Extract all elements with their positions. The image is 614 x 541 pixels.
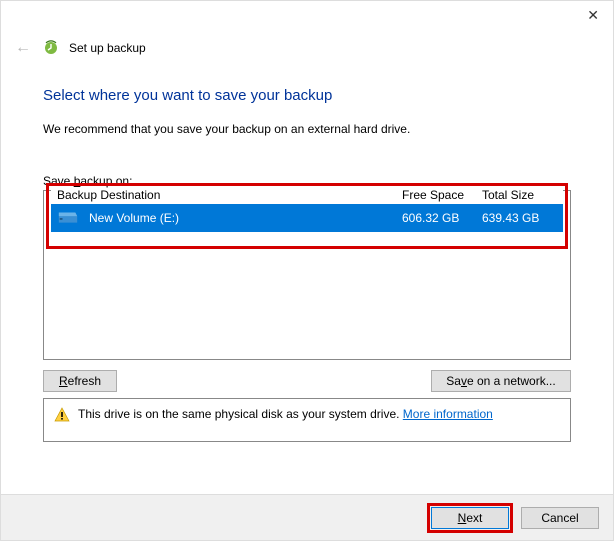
save-on-network-button[interactable]: Save on a network... bbox=[431, 370, 571, 392]
backup-wizard-icon bbox=[43, 40, 59, 56]
warning-box: This drive is on the same physical disk … bbox=[43, 398, 571, 442]
selection-highlight: Backup Destination Free Space Total Size… bbox=[46, 183, 568, 249]
page-heading: Select where you want to save your backu… bbox=[43, 87, 571, 104]
window-title: Set up backup bbox=[69, 41, 146, 55]
drive-total-size: 639.43 GB bbox=[482, 211, 557, 225]
drive-name: New Volume (E:) bbox=[89, 211, 402, 225]
back-arrow-icon[interactable]: ← bbox=[13, 37, 33, 59]
next-button-highlight: Next bbox=[427, 503, 513, 533]
recommendation-text: We recommend that you save your backup o… bbox=[43, 122, 571, 136]
warning-icon bbox=[54, 407, 70, 423]
table-header-row: Backup Destination Free Space Total Size bbox=[51, 188, 563, 204]
close-icon[interactable]: ✕ bbox=[587, 7, 599, 24]
warning-text: This drive is on the same physical disk … bbox=[78, 407, 403, 421]
hard-drive-icon bbox=[57, 210, 79, 226]
drive-row-selected[interactable]: New Volume (E:) 606.32 GB 639.43 GB bbox=[51, 204, 563, 232]
warning-text-container: This drive is on the same physical disk … bbox=[78, 407, 493, 421]
next-button[interactable]: Next bbox=[431, 507, 509, 529]
dialog-footer: Next Cancel bbox=[1, 494, 613, 540]
col-header-total: Total Size bbox=[482, 188, 557, 202]
col-header-free: Free Space bbox=[402, 188, 482, 202]
drive-free-space: 606.32 GB bbox=[402, 211, 482, 225]
more-information-link[interactable]: More information bbox=[403, 407, 493, 421]
refresh-button[interactable]: Refresh bbox=[43, 370, 117, 392]
drive-list[interactable]: Backup Destination Free Space Total Size… bbox=[43, 190, 571, 360]
col-header-destination: Backup Destination bbox=[57, 188, 402, 202]
cancel-button[interactable]: Cancel bbox=[521, 507, 599, 529]
wizard-header: ← Set up backup bbox=[1, 29, 613, 63]
